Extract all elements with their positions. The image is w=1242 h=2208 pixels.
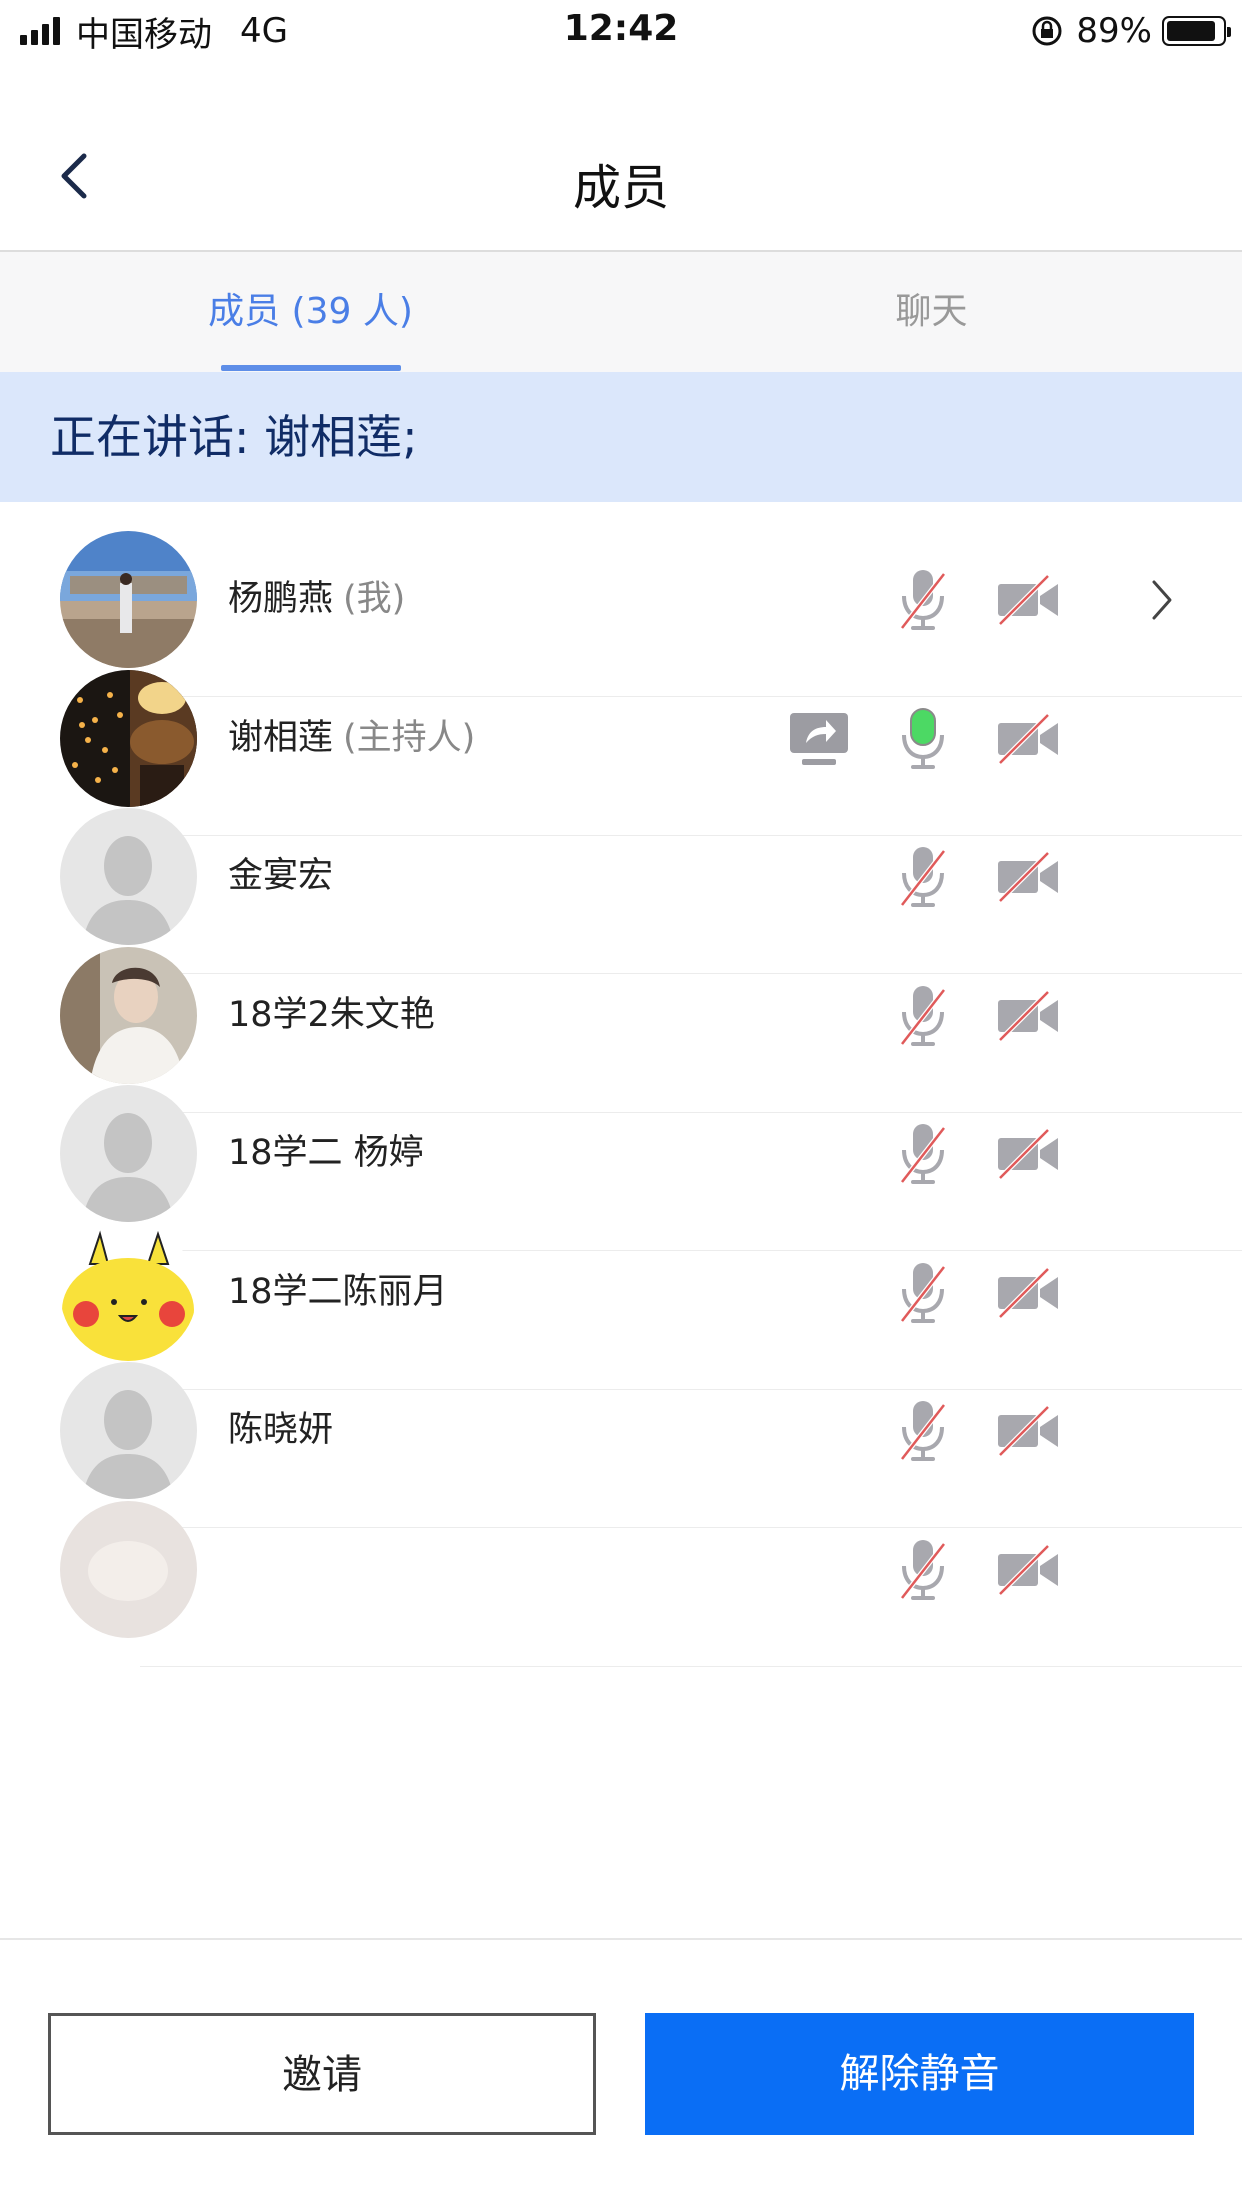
mic-active-icon: [898, 707, 948, 771]
camera-off-icon: [996, 1538, 1060, 1602]
camera-off-icon: [996, 1261, 1060, 1325]
orientation-lock-icon: [1032, 16, 1062, 46]
mic-muted-icon: [898, 984, 948, 1048]
mic-muted-icon: [898, 1399, 948, 1463]
member-role: (我): [343, 579, 406, 619]
member-name-text: 18学二 杨婷: [228, 1133, 424, 1173]
avatar: [60, 1500, 197, 1638]
camera-off-icon: [996, 845, 1060, 909]
tab-chat[interactable]: 聊天: [621, 252, 1242, 372]
member-name-text: 谢相莲: [228, 717, 334, 758]
tab-bar: 成员 (39 人) 聊天: [0, 252, 1242, 372]
tab-members[interactable]: 成员 (39 人): [0, 252, 621, 372]
battery-icon: [1162, 16, 1231, 46]
member-name-text: 陈晓妍: [228, 1410, 334, 1450]
page-title: 成员: [572, 160, 669, 216]
mic-muted-icon: [898, 1261, 948, 1325]
status-bar: 中国移动 4G 12:42 89%: [0, 0, 1242, 62]
member-list[interactable]: 杨鹏燕 (我) 谢相莲 (主持人) 金宴宏 18学2朱文艳 18学二 杨婷 18学二陈丽月陈…: [0, 502, 1242, 1938]
speaking-text: 正在讲话: 谢相莲;: [50, 410, 418, 464]
camera-off-icon: [996, 707, 1060, 771]
mic-muted-icon: [898, 1122, 948, 1186]
member-name-text: 杨鹏燕: [228, 579, 334, 619]
battery-percent: 89%: [1076, 11, 1152, 51]
mic-muted-icon: [898, 568, 948, 632]
row-divider: [140, 1665, 1242, 1667]
mic-muted-icon: [898, 1538, 948, 1602]
speaking-banner: 正在讲话: 谢相莲;: [0, 372, 1242, 502]
camera-off-icon: [996, 1399, 1060, 1463]
camera-off-icon: [996, 568, 1060, 632]
unmute-button[interactable]: 解除静音: [645, 2013, 1194, 2135]
member-name-text: 18学2朱文艳: [228, 994, 435, 1035]
bottom-action-bar: 邀请 解除静音: [0, 1938, 1242, 2208]
screen-share-icon: [788, 707, 850, 771]
camera-off-icon: [996, 1122, 1060, 1186]
mic-muted-icon: [898, 845, 948, 909]
chevron-right-icon[interactable]: [1148, 578, 1176, 622]
member-row[interactable]: [0, 1472, 1242, 1667]
member-name-text: 金宴宏: [228, 856, 334, 896]
camera-off-icon: [996, 984, 1060, 1048]
tab-active-indicator: [221, 365, 401, 371]
member-name-text: 18学二陈丽月: [228, 1271, 448, 1312]
invite-button[interactable]: 邀请: [48, 2013, 596, 2135]
nav-bar: 成员: [0, 100, 1242, 252]
member-role: (主持人): [343, 717, 476, 758]
